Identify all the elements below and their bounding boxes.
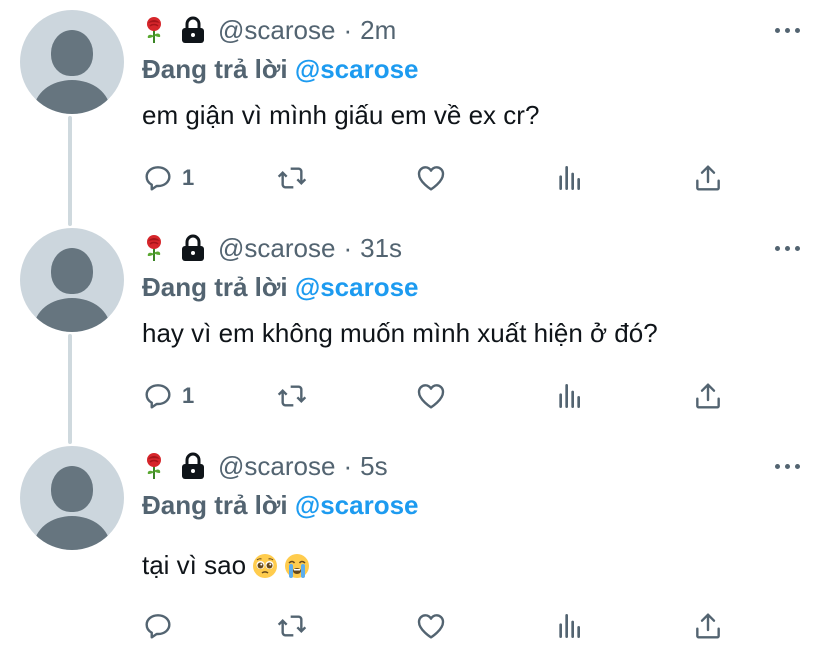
retweet-button[interactable] xyxy=(276,376,308,416)
replying-to: Đang trả lời @scarose xyxy=(142,490,419,521)
analytics-button[interactable] xyxy=(554,158,586,198)
tweet[interactable]: @scarose · 2m Đang trả lời @scarose em g… xyxy=(0,10,828,220)
like-icon xyxy=(417,384,445,409)
mention-link[interactable]: @scarose xyxy=(295,272,419,302)
like-button[interactable] xyxy=(415,606,447,646)
rose-icon xyxy=(142,234,166,262)
retweet-button[interactable] xyxy=(276,606,308,646)
share-button[interactable] xyxy=(692,158,724,198)
retweet-icon xyxy=(277,615,307,637)
share-icon xyxy=(696,613,720,639)
user-handle[interactable]: @scarose xyxy=(218,233,335,264)
tweet-actions: 1 xyxy=(142,158,732,198)
pleading-face-icon xyxy=(252,553,278,579)
loudly-crying-face-icon xyxy=(284,553,310,579)
timestamp[interactable]: 31s xyxy=(360,233,402,264)
reply-button[interactable] xyxy=(142,606,182,646)
avatar[interactable] xyxy=(20,10,124,114)
retweet-icon xyxy=(277,167,307,189)
analytics-icon xyxy=(559,614,580,638)
user-handle[interactable]: @scarose xyxy=(218,451,335,482)
like-icon xyxy=(417,614,445,639)
lock-icon xyxy=(180,16,206,44)
rose-icon xyxy=(142,16,166,44)
tweet-header: @scarose · 5s xyxy=(142,448,388,484)
reply-icon xyxy=(145,166,171,191)
tweet-header: @scarose · 31s xyxy=(142,230,402,266)
more-options-icon[interactable] xyxy=(775,464,800,469)
rose-icon xyxy=(142,452,166,480)
replying-to: Đang trả lời @scarose xyxy=(142,54,419,85)
tweet-text: em giận vì mình giấu em về ex cr? xyxy=(142,100,539,131)
like-button[interactable] xyxy=(415,158,447,198)
tweet-actions xyxy=(142,606,732,646)
analytics-button[interactable] xyxy=(554,606,586,646)
replying-prefix: Đang trả lời xyxy=(142,272,288,302)
reply-count: 1 xyxy=(182,165,195,190)
analytics-icon xyxy=(559,166,580,190)
separator: · xyxy=(343,450,353,481)
analytics-button[interactable] xyxy=(554,376,586,416)
analytics-icon xyxy=(559,384,580,408)
tweet[interactable]: @scarose · 31s Đang trả lời @scarose hay… xyxy=(0,228,828,438)
reply-count: 1 xyxy=(182,383,195,408)
share-icon xyxy=(696,165,720,191)
timestamp[interactable]: 5s xyxy=(360,451,387,482)
tweet-actions: 1 xyxy=(142,376,732,416)
tweet-header: @scarose · 2m xyxy=(142,12,396,48)
tweet-text: tại vì sao xyxy=(142,550,310,581)
lock-icon xyxy=(180,234,206,262)
like-button[interactable] xyxy=(415,376,447,416)
tweet-text-content: tại vì sao xyxy=(142,550,247,580)
reply-icon xyxy=(145,614,171,639)
user-handle[interactable]: @scarose xyxy=(218,15,335,46)
mention-link[interactable]: @scarose xyxy=(295,54,419,84)
retweet-icon xyxy=(277,385,307,407)
like-icon xyxy=(417,166,445,191)
avatar[interactable] xyxy=(20,228,124,332)
more-options-icon[interactable] xyxy=(775,246,800,251)
timestamp[interactable]: 2m xyxy=(360,15,396,46)
more-options-icon[interactable] xyxy=(775,28,800,33)
replying-prefix: Đang trả lời xyxy=(142,490,288,520)
lock-icon xyxy=(180,452,206,480)
tweet-text-content: hay vì em không muốn mình xuất hiện ở đó… xyxy=(142,318,658,348)
share-button[interactable] xyxy=(692,606,724,646)
share-button[interactable] xyxy=(692,376,724,416)
avatar[interactable] xyxy=(20,446,124,550)
retweet-button[interactable] xyxy=(276,158,308,198)
tweet[interactable]: @scarose · 5s Đang trả lời @scarose tại … xyxy=(0,446,828,650)
mention-link[interactable]: @scarose xyxy=(295,490,419,520)
reply-icon xyxy=(145,384,171,409)
separator: · xyxy=(343,14,353,45)
tweet-text: hay vì em không muốn mình xuất hiện ở đó… xyxy=(142,318,658,349)
replying-prefix: Đang trả lời xyxy=(142,54,288,84)
separator: · xyxy=(343,232,353,263)
tweet-text-content: em giận vì mình giấu em về ex cr? xyxy=(142,100,540,130)
reply-button[interactable]: 1 xyxy=(142,376,194,416)
share-icon xyxy=(696,383,720,409)
replying-to: Đang trả lời @scarose xyxy=(142,272,419,303)
reply-button[interactable]: 1 xyxy=(142,158,194,198)
